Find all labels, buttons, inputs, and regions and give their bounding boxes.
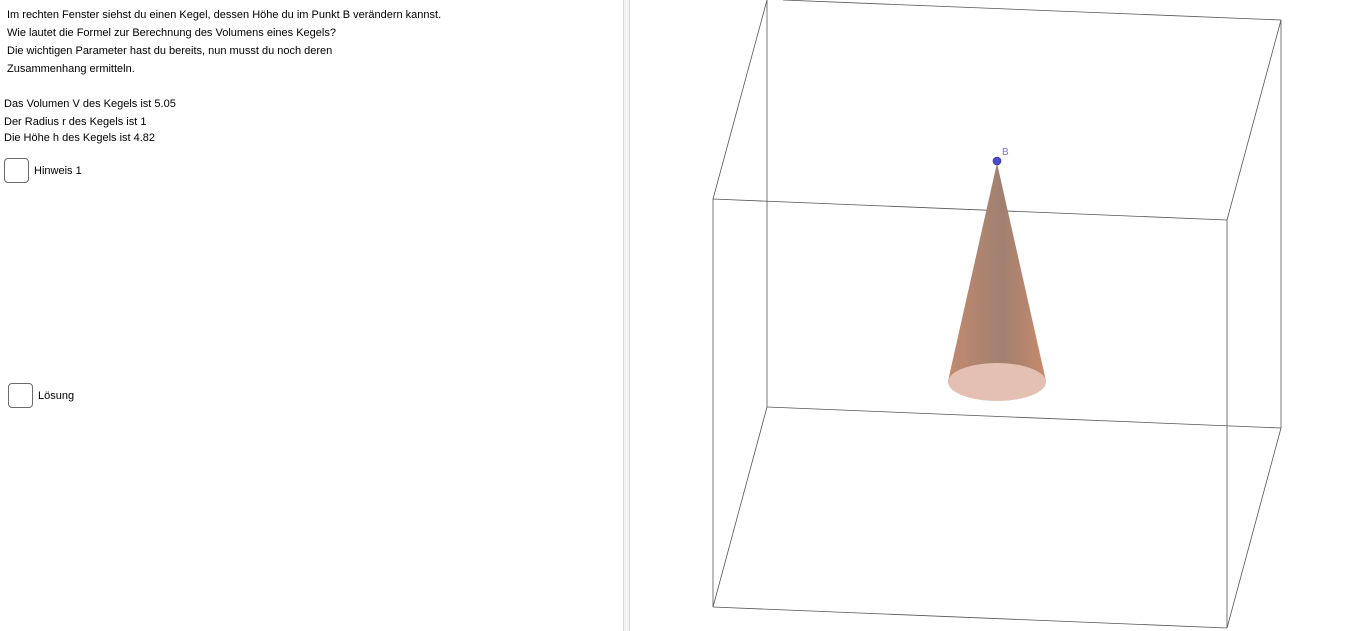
task-text-line-3: Die wichtigen Parameter hast du bereits,…	[7, 45, 333, 57]
box-edge	[766, 406, 1282, 429]
solution-checkbox-label[interactable]: Lösung	[38, 390, 74, 403]
box-edge	[712, 606, 1228, 629]
solution-checkbox[interactable]	[8, 383, 33, 408]
algebra-text-panel: Im rechten Fenster siehst du einen Kegel…	[0, 0, 623, 631]
panel-divider[interactable]	[623, 0, 630, 631]
radius-text: Der Radius r des Kegels ist 1	[4, 116, 147, 128]
volume-text: Das Volumen V des Kegels ist 5.05	[4, 98, 176, 110]
cone-base[interactable]	[948, 363, 1046, 401]
task-text-line-4: Zusammenhang ermitteln.	[7, 63, 135, 75]
box-edge	[782, 0, 1282, 21]
height-text: Die Höhe h des Kegels ist 4.82	[4, 132, 156, 144]
graphics-3d-view[interactable]: B	[630, 0, 1366, 631]
task-text-line-1: Im rechten Fenster siehst du einen Kegel…	[7, 9, 442, 21]
task-text-line-2: Wie lautet die Formel zur Berechnung des…	[7, 27, 336, 39]
box-edge	[712, 406, 768, 608]
box-edge	[1226, 427, 1282, 629]
cone[interactable]	[948, 163, 1046, 401]
point-b-label: B	[1002, 147, 1009, 158]
box-edge	[712, 198, 1228, 221]
point-b[interactable]	[992, 156, 1002, 166]
hint-checkbox[interactable]	[4, 158, 29, 183]
geogebra-app: Im rechten Fenster siehst du einen Kegel…	[0, 0, 1366, 631]
hint-checkbox-label[interactable]: Hinweis 1	[34, 165, 82, 178]
box-edge	[712, 0, 768, 200]
graphics-3d-canvas[interactable]: B	[630, 0, 1366, 631]
box-edge	[1226, 19, 1282, 221]
